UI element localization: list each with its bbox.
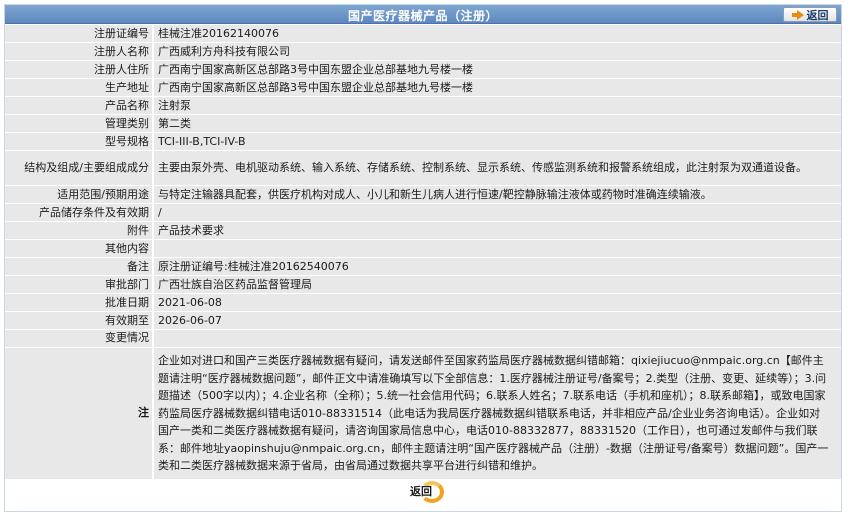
field-label: 变更情况 xyxy=(5,330,152,347)
field-value: 2021-06-08 xyxy=(152,294,841,311)
field-label: 审批部门 xyxy=(5,276,152,293)
page-title: 国产医疗器械产品（注册） xyxy=(347,9,498,23)
field-value xyxy=(152,240,841,257)
row-attachment: 附件 产品技术要求 xyxy=(5,222,841,239)
note-text: 企业如对进口和国产三类医疗器械数据有疑问，请发送邮件至国家药监局医疗器械数据纠错… xyxy=(152,348,841,479)
field-label: 型号规格 xyxy=(5,133,152,150)
row-registrant-name: 注册人名称 广西威利方舟科技有限公司 xyxy=(5,43,841,60)
field-label: 有效期至 xyxy=(5,312,152,329)
detail-panel: 国产医疗器械产品（注册） 返回 注册证编号 桂械注准20162140076 注册… xyxy=(4,4,842,512)
field-label: 注册人住所 xyxy=(5,61,152,78)
row-note: 注 企业如对进口和国产三类医疗器械数据有疑问，请发送邮件至国家药监局医疗器械数据… xyxy=(5,348,841,479)
field-label: 注册人名称 xyxy=(5,43,152,60)
field-label: 生产地址 xyxy=(5,79,152,96)
row-change-info: 变更情况 xyxy=(5,330,841,347)
row-registrant-address: 注册人住所 广西南宁国家高新区总部路3号中国东盟企业总部基地九号楼一楼 xyxy=(5,61,841,78)
field-value xyxy=(152,330,841,347)
field-value: 桂械注准20162140076 xyxy=(152,25,841,42)
field-label: 产品名称 xyxy=(5,97,152,114)
field-value: 与特定注输器具配套，供医疗机构对成人、小儿和新生儿病人进行恒速/靶控静脉输注液体… xyxy=(152,186,841,203)
field-label: 批准日期 xyxy=(5,294,152,311)
field-label: 附件 xyxy=(5,222,152,239)
field-value: 2026-06-07 xyxy=(152,312,841,329)
field-value: 注射泵 xyxy=(152,97,841,114)
title-bar: 国产医疗器械产品（注册） 返回 xyxy=(5,5,841,24)
back-button-label: 返回 xyxy=(806,8,829,22)
field-value: 第二类 xyxy=(152,115,841,132)
field-label: 产品储存条件及有效期 xyxy=(5,204,152,221)
field-value: 广西南宁国家高新区总部路3号中国东盟企业总部基地九号楼一楼 xyxy=(152,79,841,96)
back-button-top[interactable]: 返回 xyxy=(783,7,837,22)
field-label: 管理类别 xyxy=(5,115,152,132)
row-valid-until: 有效期至 2026-06-07 xyxy=(5,312,841,329)
field-value: / xyxy=(152,204,841,221)
row-approval-department: 审批部门 广西壮族自治区药品监督管理局 xyxy=(5,276,841,293)
field-label: 其他内容 xyxy=(5,240,152,257)
row-registration-no: 注册证编号 桂械注准20162140076 xyxy=(5,25,841,42)
back-button-label: 返回 xyxy=(410,484,432,498)
field-value: 原注册证编号:桂械注准20162540076 xyxy=(152,258,841,275)
row-product-name: 产品名称 注射泵 xyxy=(5,97,841,114)
arrow-right-icon xyxy=(791,9,804,20)
back-button-bottom[interactable]: 返回 xyxy=(410,480,444,503)
footer: 返回 xyxy=(5,480,841,504)
note-label: 注 xyxy=(5,348,152,479)
row-storage-validity: 产品储存条件及有效期 / xyxy=(5,204,841,221)
field-value: 主要由泵外壳、电机驱动系统、输入系统、存储系统、控制系统、显示系统、传感监测系统… xyxy=(152,151,841,185)
row-production-address: 生产地址 广西南宁国家高新区总部路3号中国东盟企业总部基地九号楼一楼 xyxy=(5,79,841,96)
field-label: 备注 xyxy=(5,258,152,275)
field-value: 产品技术要求 xyxy=(152,222,841,239)
field-value: 广西南宁国家高新区总部路3号中国东盟企业总部基地九号楼一楼 xyxy=(152,61,841,78)
field-value: TCI-III-B,TCI-IV-B xyxy=(152,133,841,150)
field-value: 广西壮族自治区药品监督管理局 xyxy=(152,276,841,293)
field-label: 注册证编号 xyxy=(5,25,152,42)
field-label: 结构及组成/主要组成成分 xyxy=(5,151,152,185)
field-label: 适用范围/预期用途 xyxy=(5,186,152,203)
row-intended-use: 适用范围/预期用途 与特定注输器具配套，供医疗机构对成人、小儿和新生儿病人进行恒… xyxy=(5,186,841,203)
row-approval-date: 批准日期 2021-06-08 xyxy=(5,294,841,311)
field-value: 广西威利方舟科技有限公司 xyxy=(152,43,841,60)
row-management-class: 管理类别 第二类 xyxy=(5,115,841,132)
row-model-spec: 型号规格 TCI-III-B,TCI-IV-B xyxy=(5,133,841,150)
row-remarks: 备注 原注册证编号:桂械注准20162540076 xyxy=(5,258,841,275)
detail-table: 注册证编号 桂械注准20162140076 注册人名称 广西威利方舟科技有限公司… xyxy=(5,24,841,480)
row-other-content: 其他内容 xyxy=(5,240,841,257)
row-structure-composition: 结构及组成/主要组成成分 主要由泵外壳、电机驱动系统、输入系统、存储系统、控制系… xyxy=(5,151,841,185)
